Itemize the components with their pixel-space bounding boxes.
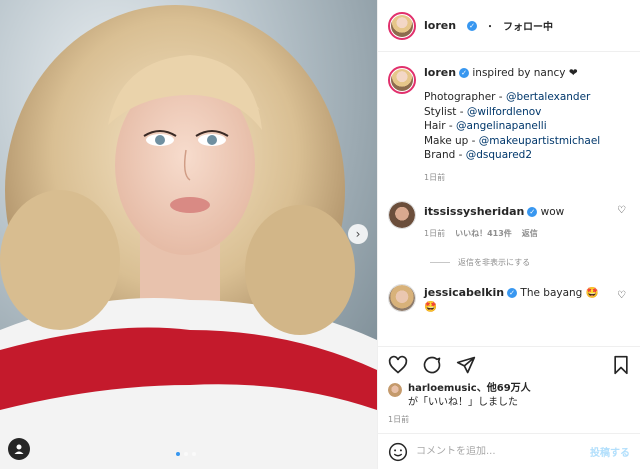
avatar[interactable]: [388, 66, 416, 94]
separator: ・: [485, 22, 496, 33]
verified-icon: ✓: [459, 68, 470, 78]
following-button[interactable]: フォロー中: [503, 18, 553, 33]
avatar[interactable]: [388, 283, 416, 312]
caption-credits: Photographer - @bertalexander Stylist - …: [424, 90, 630, 163]
hide-replies-toggle[interactable]: 返信を非表示にする: [430, 257, 630, 268]
comments-list: loren ✓ inspired by nancy ❤ Photographer …: [378, 52, 640, 346]
credit-line: Hair - @angelinapanelli: [424, 120, 547, 132]
credit-line: Make up - @makeupartistmichael: [424, 134, 601, 147]
add-comment-bar: 投稿する: [378, 433, 640, 469]
mention-link[interactable]: @dsquared2: [466, 149, 532, 161]
post-header: loren ✓ ・ フォロー中: [378, 0, 640, 52]
credit-line: Photographer - @bertalexander: [424, 91, 591, 103]
credit-line: Brand - @dsquared2: [424, 149, 533, 161]
likes-summary: harloemusic、他69万人 が「いいね！」しました: [378, 382, 640, 410]
heart-icon[interactable]: ♡: [617, 205, 626, 216]
credit-line: Stylist - @wilfordlenov: [424, 105, 542, 118]
caption-first-line: inspired by nancy ❤: [472, 67, 578, 79]
carousel-indicator: [176, 452, 196, 456]
comment-text-continued: 🤩: [424, 300, 438, 313]
post-side-panel: loren ✓ ・ フォロー中 loren ✓ inspired by nancy…: [377, 0, 640, 469]
verified-icon: ✓: [467, 20, 478, 31]
comment-icon[interactable]: [422, 355, 442, 375]
emoji-icon[interactable]: [388, 442, 408, 462]
portrait-image: [0, 0, 377, 469]
comment-item: itssissysheridan ✓ wow 1日前 いいね！413件 返信 ♡: [388, 200, 630, 241]
comment-username[interactable]: itssissysheridan: [424, 205, 524, 218]
comment-item: jessicabelkin ✓ The bayang 🤩 🤩 ♡: [388, 283, 630, 314]
comment-input[interactable]: [416, 446, 582, 457]
caption-meta: 1日前: [424, 171, 630, 185]
action-bar: [378, 346, 640, 382]
comment-text: The bayang 🤩: [520, 286, 599, 299]
caption-username[interactable]: loren: [424, 66, 456, 79]
next-photo-button[interactable]: ›: [348, 224, 368, 244]
carousel-dot: [192, 452, 196, 456]
carousel-dot: [184, 452, 188, 456]
liker-username[interactable]: harloemusic: [408, 383, 477, 394]
post-dialog: › loren ✓ ・ フォロー中 loren ✓ inspired by na…: [0, 0, 640, 469]
caption: loren ✓ inspired by nancy ❤ Photographer …: [388, 66, 630, 185]
tagged-users-button[interactable]: [8, 438, 30, 460]
mention-link[interactable]: @bertalexander: [506, 91, 590, 103]
verified-icon: ✓: [507, 287, 518, 298]
heart-icon[interactable]: [388, 355, 408, 375]
avatar[interactable]: [388, 11, 416, 40]
post-photo[interactable]: ›: [0, 0, 377, 469]
post-comment-button[interactable]: 投稿する: [590, 444, 630, 459]
comment-time[interactable]: 1日前: [424, 227, 445, 241]
user-icon: [14, 444, 24, 454]
bookmark-icon[interactable]: [612, 355, 630, 375]
mention-link[interactable]: @wilfordlenov: [467, 106, 542, 118]
header-username[interactable]: loren: [424, 19, 456, 32]
post-time[interactable]: 1日前: [378, 410, 640, 433]
avatar[interactable]: [388, 200, 416, 229]
divider: [430, 261, 450, 263]
reply-button[interactable]: 返信: [522, 227, 538, 241]
caption-time[interactable]: 1日前: [424, 171, 445, 185]
mention-link[interactable]: @angelinapanelli: [456, 120, 547, 132]
avatar[interactable]: [388, 383, 402, 397]
verified-icon: ✓: [527, 206, 538, 217]
comment-text: wow: [540, 205, 565, 218]
carousel-dot: [176, 452, 180, 456]
mention-link[interactable]: @makeupartistmichael: [479, 135, 600, 147]
hide-replies-label: 返信を非表示にする: [458, 257, 531, 267]
likes-text: が「いいね！」しました: [408, 397, 518, 408]
chevron-right-icon: ›: [355, 227, 361, 241]
share-icon[interactable]: [456, 355, 476, 375]
likes-count[interactable]: 、他69万人: [477, 383, 531, 394]
comment-username[interactable]: jessicabelkin: [424, 286, 504, 299]
comment-meta: 1日前 いいね！413件 返信: [424, 227, 630, 241]
comment-likes[interactable]: いいね！413件: [455, 227, 512, 241]
heart-icon[interactable]: ♡: [617, 290, 626, 301]
